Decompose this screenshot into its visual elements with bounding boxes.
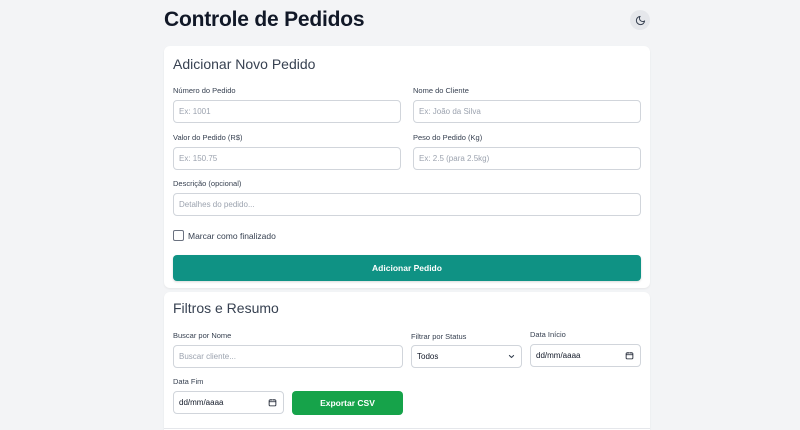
theme-toggle-button[interactable] — [630, 10, 650, 30]
description-input[interactable]: Detalhes do pedido... — [173, 193, 641, 216]
add-order-card: Adicionar Novo Pedido Número do Pedido E… — [164, 46, 650, 288]
client-name-label: Nome do Cliente — [413, 86, 469, 95]
start-date-input[interactable]: dd/mm/aaaa — [530, 344, 641, 367]
export-csv-button-label: Exportar CSV — [320, 398, 375, 408]
search-input[interactable]: Buscar cliente... — [173, 345, 403, 368]
description-placeholder: Detalhes do pedido... — [179, 200, 255, 209]
add-order-button[interactable]: Adicionar Pedido — [173, 255, 641, 281]
end-date-label: Data Fim — [173, 377, 204, 386]
order-number-placeholder: Ex: 1001 — [179, 107, 211, 116]
add-order-button-label: Adicionar Pedido — [372, 263, 442, 273]
search-label: Buscar por Nome — [173, 331, 232, 340]
end-date-input[interactable]: dd/mm/aaaa — [173, 391, 284, 414]
calendar-icon — [268, 399, 277, 407]
calendar-icon — [625, 352, 634, 360]
order-value-placeholder: Ex: 150.75 — [179, 154, 218, 163]
search-placeholder: Buscar cliente... — [179, 352, 236, 361]
finalized-checkbox-label: Marcar como finalizado — [188, 231, 276, 241]
order-number-input[interactable]: Ex: 1001 — [173, 100, 401, 123]
finalized-checkbox[interactable] — [173, 230, 184, 241]
order-number-label: Número do Pedido — [173, 86, 236, 95]
start-date-label: Data Início — [530, 330, 566, 339]
description-label: Descrição (opcional) — [173, 179, 242, 188]
end-date-value: dd/mm/aaaa — [179, 398, 224, 407]
section-divider — [164, 428, 650, 429]
moon-icon — [635, 15, 645, 25]
start-date-value: dd/mm/aaaa — [536, 351, 581, 360]
page-title: Controle de Pedidos — [164, 8, 365, 31]
client-name-input[interactable]: Ex: João da Silva — [413, 100, 641, 123]
order-weight-input[interactable]: Ex: 2.5 (para 2.5kg) — [413, 147, 641, 170]
export-csv-button[interactable]: Exportar CSV — [292, 391, 403, 415]
page-header: Controle de Pedidos — [164, 6, 650, 34]
order-value-input[interactable]: Ex: 150.75 — [173, 147, 401, 170]
status-select-value: Todos — [417, 352, 439, 361]
status-filter-label: Filtrar por Status — [411, 332, 467, 341]
order-value-label: Valor do Pedido (R$) — [173, 133, 243, 142]
chevron-down-icon — [508, 354, 515, 359]
filters-card: Filtros e Resumo Buscar por Nome Buscar … — [164, 292, 650, 430]
order-weight-placeholder: Ex: 2.5 (para 2.5kg) — [419, 154, 490, 163]
add-order-title: Adicionar Novo Pedido — [173, 56, 316, 72]
status-select[interactable]: Todos — [411, 345, 522, 368]
client-name-placeholder: Ex: João da Silva — [419, 107, 481, 116]
order-weight-label: Peso do Pedido (Kg) — [413, 133, 483, 142]
filters-title: Filtros e Resumo — [173, 300, 279, 316]
